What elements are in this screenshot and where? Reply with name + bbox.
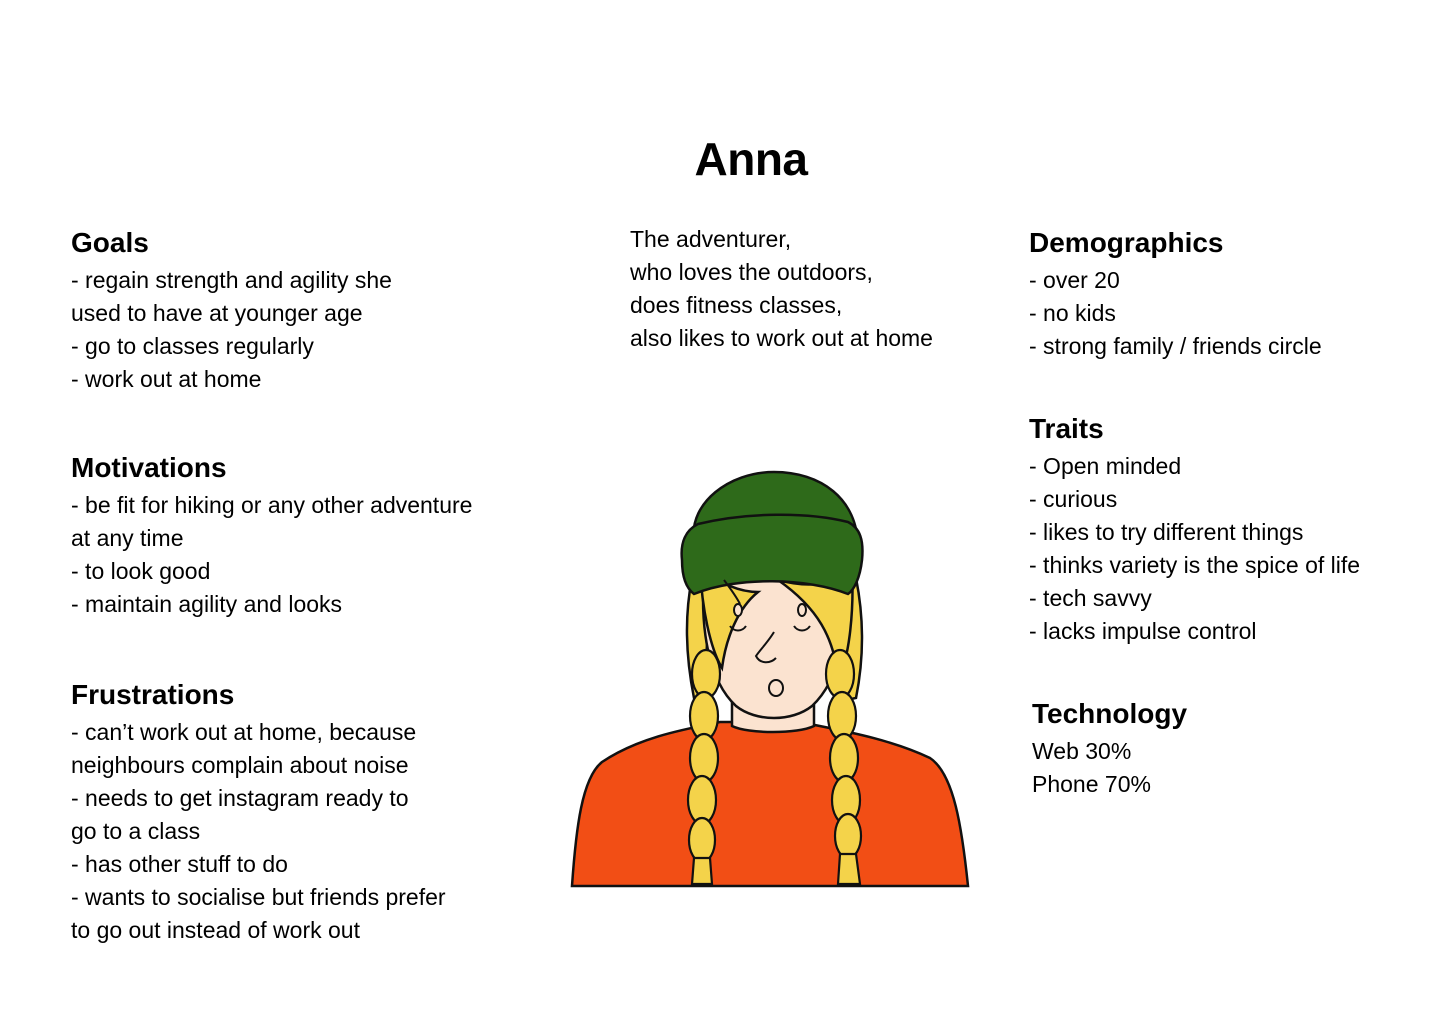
frustrations-line: - needs to get instagram ready to bbox=[71, 785, 409, 811]
demographics-line: - strong family / friends circle bbox=[1029, 333, 1322, 359]
motivations-line: at any time bbox=[71, 525, 184, 551]
technology-line: Phone 70% bbox=[1032, 771, 1151, 797]
persona-tagline: The adventurer, who loves the outdoors, … bbox=[630, 223, 933, 355]
frustrations-section: Frustrations - can’t work out at home, b… bbox=[71, 678, 446, 947]
frustrations-line: - wants to socialise but friends prefer bbox=[71, 884, 446, 910]
tagline-line: who loves the outdoors, bbox=[630, 259, 873, 285]
frustrations-line: neighbours complain about noise bbox=[71, 752, 409, 778]
traits-heading: Traits bbox=[1029, 413, 1104, 444]
frustrations-heading: Frustrations bbox=[71, 679, 235, 710]
persona-avatar-illustration bbox=[568, 468, 972, 888]
goals-heading: Goals bbox=[71, 227, 149, 258]
motivations-line: - maintain agility and looks bbox=[71, 591, 343, 617]
demographics-line: - no kids bbox=[1029, 300, 1116, 326]
goals-section: Goals - regain strength and agility she … bbox=[71, 226, 392, 396]
motivations-section: Motivations - be fit for hiking or any o… bbox=[71, 451, 472, 621]
traits-section: Traits - Open minded - curious - likes t… bbox=[1029, 412, 1360, 648]
frustrations-line: - can’t work out at home, because bbox=[71, 719, 417, 745]
goals-line: used to have at younger age bbox=[71, 300, 363, 326]
goals-line: - regain strength and agility she bbox=[71, 267, 392, 293]
demographics-line: - over 20 bbox=[1029, 267, 1120, 293]
traits-line: - tech savvy bbox=[1029, 585, 1152, 611]
avatar-svg bbox=[570, 470, 970, 888]
traits-line: - lacks impulse control bbox=[1029, 618, 1257, 644]
traits-line: - curious bbox=[1029, 486, 1118, 512]
traits-line: - thinks variety is the spice of life bbox=[1029, 552, 1361, 578]
traits-line: - likes to try different things bbox=[1029, 519, 1304, 545]
technology-section: Technology Web 30% Phone 70% bbox=[1032, 697, 1187, 801]
goals-line: - go to classes regularly bbox=[71, 333, 314, 359]
motivations-heading: Motivations bbox=[71, 452, 227, 483]
tagline-line: The adventurer, bbox=[630, 226, 792, 252]
technology-line: Web 30% bbox=[1032, 738, 1132, 764]
traits-line: - Open minded bbox=[1029, 453, 1182, 479]
frustrations-line: go to a class bbox=[71, 818, 201, 844]
demographics-section: Demographics - over 20 - no kids - stron… bbox=[1029, 226, 1322, 363]
motivations-line: - to look good bbox=[71, 558, 211, 584]
demographics-heading: Demographics bbox=[1029, 227, 1224, 258]
technology-heading: Technology bbox=[1032, 698, 1188, 729]
tagline-line: also likes to work out at home bbox=[630, 325, 933, 351]
tagline-line: does fitness classes, bbox=[630, 292, 843, 318]
frustrations-line: - has other stuff to do bbox=[71, 851, 288, 877]
persona-name: Anna bbox=[694, 133, 809, 185]
motivations-line: - be fit for hiking or any other adventu… bbox=[71, 492, 473, 518]
goals-line: - work out at home bbox=[71, 366, 262, 392]
frustrations-line: to go out instead of work out bbox=[71, 917, 360, 943]
